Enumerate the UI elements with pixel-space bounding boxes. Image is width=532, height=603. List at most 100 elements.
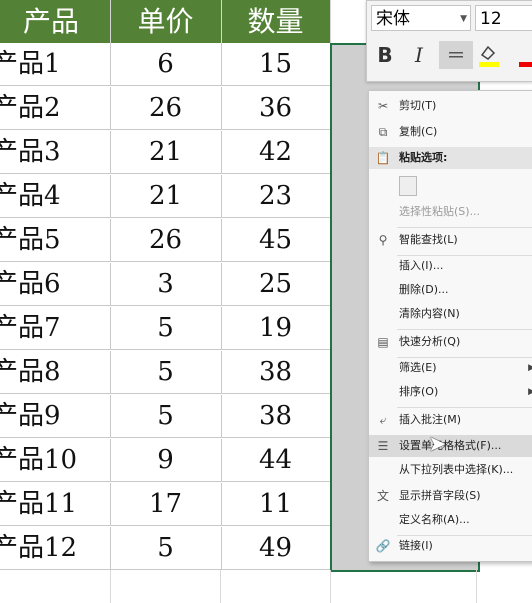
table-row: 产品2 26 36	[0, 87, 331, 130]
cell-quantity[interactable]: 19	[221, 307, 331, 349]
align-center-button[interactable]	[439, 41, 473, 69]
menu-item-delete[interactable]: 删除(D)...	[369, 279, 532, 301]
table-row: 产品5 26 45	[0, 219, 331, 262]
cell-quantity[interactable]: 44	[221, 439, 331, 481]
empty-grid-row	[0, 570, 532, 603]
mouse-cursor-icon: ➤	[428, 432, 447, 457]
cell-quantity[interactable]: 42	[221, 131, 331, 173]
cell-price[interactable]: 26	[110, 87, 222, 129]
context-menu: ✂ 剪切(T) ⧉ 复制(C) 📋 粘贴选项: 选择性粘贴(S)... ⚲ 智能…	[368, 90, 532, 562]
quick-analysis-icon: ▤	[377, 335, 389, 349]
cell-product[interactable]: 产品9	[0, 395, 111, 437]
cell-quantity[interactable]: 36	[221, 87, 331, 129]
menu-item-copy[interactable]: ⧉ 复制(C)	[369, 121, 532, 143]
cell-price[interactable]: 17	[110, 483, 222, 525]
cell-price[interactable]: 21	[110, 131, 222, 173]
cell-quantity[interactable]: 25	[221, 263, 331, 305]
cell-product[interactable]: 产品12	[0, 527, 111, 569]
cell-price[interactable]: 21	[110, 175, 222, 217]
scissors-icon: ✂	[377, 99, 389, 113]
cell-price[interactable]: 9	[110, 439, 222, 481]
cell-quantity[interactable]: 15	[221, 43, 331, 85]
empty-cell[interactable]	[0, 570, 111, 603]
copy-icon: ⧉	[378, 125, 388, 139]
cell-quantity[interactable]: 45	[221, 219, 331, 261]
menu-item-define-name[interactable]: 定义名称(A)...	[369, 509, 532, 531]
cell-product[interactable]: 产品10	[0, 439, 111, 481]
chevron-right-icon: ▶	[528, 363, 532, 373]
cell-product[interactable]: 产品3	[0, 131, 111, 173]
table-row: 产品12 5 49	[0, 527, 331, 570]
font-color-button[interactable]	[513, 41, 532, 69]
cell-price[interactable]: 5	[110, 395, 222, 437]
cell-product[interactable]: 产品2	[0, 87, 111, 129]
cell-quantity[interactable]: 38	[221, 395, 331, 437]
cell-price[interactable]: 3	[110, 263, 222, 305]
cell-product[interactable]: 产品11	[0, 483, 111, 525]
fill-color-button[interactable]	[475, 41, 503, 69]
divider	[397, 227, 532, 228]
menu-item-quick-analysis[interactable]: ▤ 快速分析(Q)	[369, 331, 532, 353]
format-icon: ☰	[377, 439, 389, 453]
link-icon: 🔗	[375, 539, 391, 553]
cell-price[interactable]: 5	[110, 527, 222, 569]
menu-item-filter[interactable]: 筛选(E) ▶	[369, 357, 532, 379]
menu-item-insert[interactable]: 插入(I)...	[369, 255, 532, 277]
menu-item-sort[interactable]: 排序(O) ▶	[369, 381, 532, 403]
cell-quantity[interactable]: 11	[221, 483, 331, 525]
cell-product[interactable]: 产品8	[0, 351, 111, 393]
cell-product[interactable]: 产品6	[0, 263, 111, 305]
cell-quantity[interactable]: 38	[221, 351, 331, 393]
menu-item-link[interactable]: 🔗 链接(I)	[369, 535, 532, 557]
divider	[397, 329, 532, 330]
header-product[interactable]: 产品	[0, 0, 111, 43]
table-row: 产品1 6 15	[0, 43, 331, 86]
fill-bucket-icon	[479, 45, 499, 67]
paste-icon: 📋	[375, 151, 391, 165]
cell-product[interactable]: 产品4	[0, 175, 111, 217]
menu-item-paste-special[interactable]: 选择性粘贴(S)...	[369, 201, 532, 223]
table-row: 产品11 17 11	[0, 483, 331, 526]
empty-cell[interactable]	[220, 570, 331, 603]
table-row: 产品9 5 38	[0, 395, 331, 438]
header-quantity[interactable]: 数量	[221, 0, 331, 43]
menu-item-format-cells[interactable]: ☰ 设置单元格格式(F)...	[369, 435, 532, 457]
menu-item-phonetic[interactable]: 文 显示拼音字段(S)	[369, 485, 532, 507]
font-color-icon	[519, 62, 532, 67]
empty-cell[interactable]	[110, 570, 221, 603]
menu-item-insert-comment[interactable]: ⤶ 插入批注(M)	[369, 409, 532, 431]
table-row: 产品7 5 19	[0, 307, 331, 350]
header-price[interactable]: 单价	[110, 0, 222, 43]
menu-item-clear-contents[interactable]: 清除内容(N)	[369, 303, 532, 325]
italic-button[interactable]: I	[405, 41, 433, 69]
cell-product[interactable]: 产品1	[0, 43, 111, 85]
cell-price[interactable]: 6	[110, 43, 222, 85]
table-row: 产品6 3 25	[0, 263, 331, 306]
font-name-box[interactable]: 宋体 ▼	[371, 5, 471, 31]
cell-product[interactable]: 产品7	[0, 307, 111, 349]
font-name-value: 宋体	[376, 9, 410, 29]
empty-cell[interactable]	[330, 570, 477, 603]
cell-price[interactable]: 5	[110, 307, 222, 349]
menu-item-cut[interactable]: ✂ 剪切(T)	[369, 95, 532, 117]
divider	[397, 407, 532, 408]
cell-price[interactable]: 26	[110, 219, 222, 261]
chevron-down-icon[interactable]: ▼	[460, 6, 467, 32]
search-icon: ⚲	[378, 233, 388, 247]
menu-item-pick-from-list[interactable]: 从下拉列表中选择(K)...	[369, 459, 532, 481]
cell-quantity[interactable]: 49	[221, 527, 331, 569]
table-row: 产品3 21 42	[0, 131, 331, 174]
font-size-value: 12	[480, 9, 502, 29]
paste-icon[interactable]	[399, 176, 417, 196]
cell-quantity[interactable]: 23	[221, 175, 331, 217]
bold-button[interactable]: B	[371, 41, 399, 69]
align-center-icon	[449, 52, 463, 58]
phonetic-icon: 文	[376, 489, 389, 503]
font-size-box[interactable]: 12	[475, 5, 532, 31]
table-header: 产品 单价 数量	[0, 0, 331, 43]
cell-product[interactable]: 产品5	[0, 219, 111, 261]
table-row: 产品10 9 44	[0, 439, 331, 482]
menu-item-smart-lookup[interactable]: ⚲ 智能查找(L)	[369, 229, 532, 251]
menu-header-paste-options: 📋 粘贴选项:	[369, 147, 532, 169]
cell-price[interactable]: 5	[110, 351, 222, 393]
